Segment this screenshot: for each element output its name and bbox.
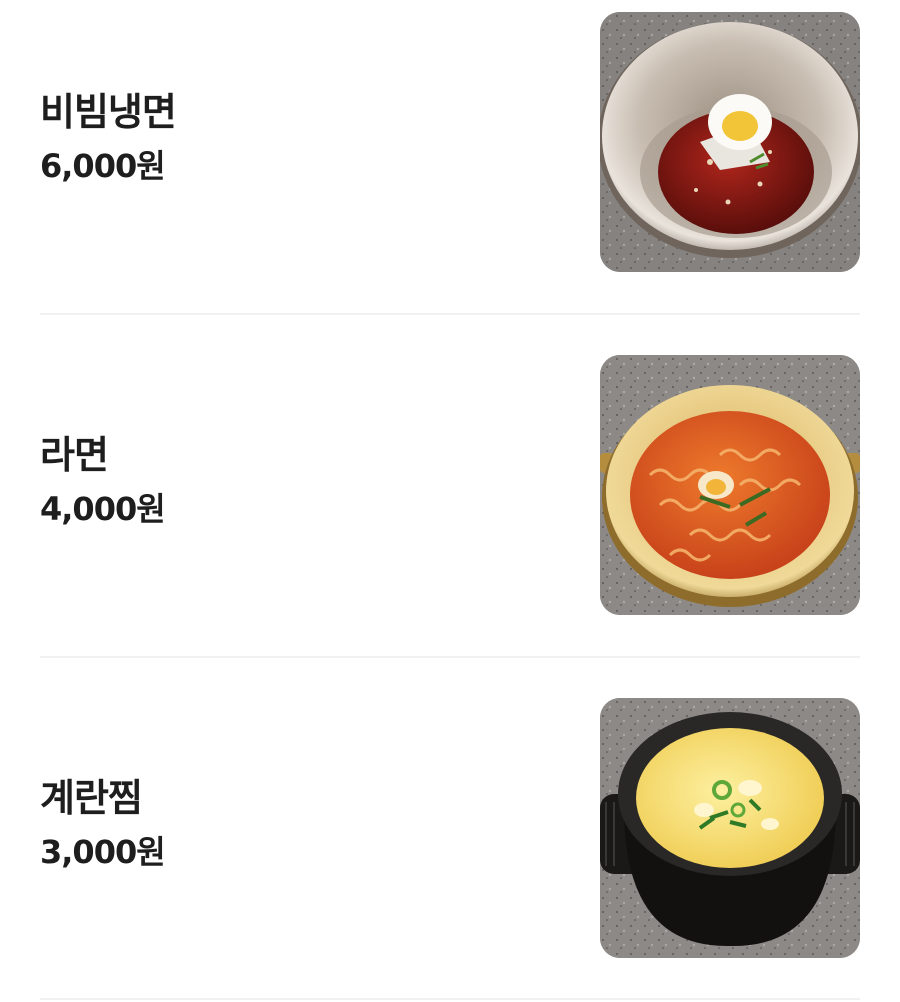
menu-item-photo[interactable]: [600, 698, 860, 958]
menu-item-price: 4,000원: [40, 490, 166, 528]
divider: [40, 656, 860, 658]
menu-item-ramyeon[interactable]: 라면 4,000원: [40, 355, 860, 615]
menu-item-price: 6,000원: [40, 147, 166, 185]
menu-item-info: 계란찜 3,000원: [40, 698, 580, 958]
menu-item-bibim-naengmyeon[interactable]: 비빔냉면 6,000원: [40, 12, 860, 272]
menu-item-info: 비빔냉면 6,000원: [40, 12, 580, 272]
menu-item-name: 계란찜: [40, 776, 143, 820]
menu-item-name: 비빔냉면: [40, 90, 177, 134]
menu-item-info: 라면 4,000원: [40, 355, 580, 615]
menu-item-gyeranjjim[interactable]: 계란찜 3,000원: [40, 698, 860, 958]
steamed-egg-photo: [600, 698, 860, 958]
bibim-naengmyeon-photo: [600, 12, 860, 272]
ramyeon-photo: [600, 355, 860, 615]
menu-item-photo[interactable]: [600, 355, 860, 615]
divider: [40, 998, 860, 1000]
divider: [40, 313, 860, 315]
menu-item-name: 라면: [40, 433, 109, 477]
menu-item-photo[interactable]: [600, 12, 860, 272]
menu-list: 비빔냉면 6,000원 라면 4,000원 계란찜 3,000원: [0, 0, 900, 1002]
menu-item-price: 3,000원: [40, 833, 166, 871]
